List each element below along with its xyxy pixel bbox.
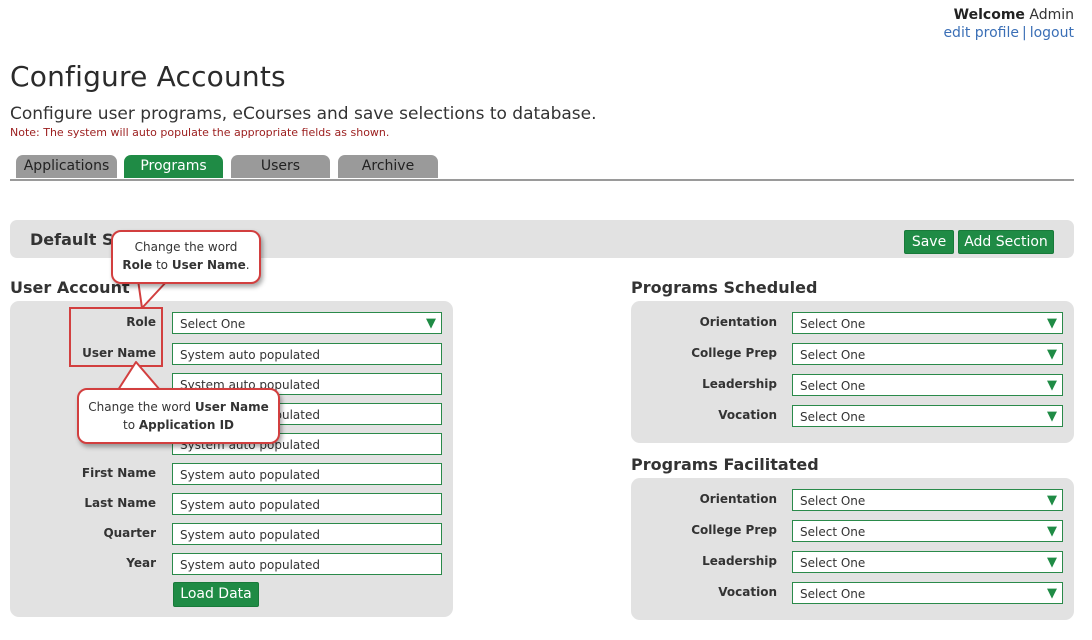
page-title: Configure Accounts [10, 60, 286, 93]
callout-text: to [152, 258, 172, 272]
select-value: Select One [800, 379, 866, 393]
last-name-label: Last Name [84, 496, 156, 510]
separator: | [1022, 25, 1027, 41]
dropdown-arrow-icon: ▼ [1047, 524, 1057, 539]
scheduled-college-prep-select[interactable]: Select One ▼ [792, 343, 1063, 365]
facilitated-vocation-label: Vocation [718, 585, 777, 599]
callout-bold: User Name [194, 400, 269, 414]
facilitated-leadership-label: Leadership [702, 554, 777, 568]
scheduled-orientation-select[interactable]: Select One ▼ [792, 312, 1063, 334]
user-name-field[interactable]: System auto populated [172, 343, 442, 365]
save-button[interactable]: Save [904, 230, 954, 254]
year-field[interactable]: System auto populated [172, 553, 442, 575]
first-name-field[interactable]: System auto populated [172, 463, 442, 485]
callout-rename-user-name: Change the word User Name to Application… [77, 388, 280, 444]
scheduled-leadership-label: Leadership [702, 377, 777, 391]
welcome-area: Welcome Admin edit profile | logout [943, 6, 1074, 42]
add-section-button[interactable]: Add Section [958, 230, 1054, 254]
scheduled-leadership-select[interactable]: Select One ▼ [792, 374, 1063, 396]
select-value: Select One [800, 556, 866, 570]
page-note: Note: The system will auto populate the … [10, 126, 390, 139]
tab-programs[interactable]: Programs [124, 155, 223, 178]
page-subtitle: Configure user programs, eCourses and sa… [10, 104, 597, 124]
facilitated-leadership-select[interactable]: Select One ▼ [792, 551, 1063, 573]
year-label: Year [126, 556, 156, 570]
dropdown-arrow-icon: ▼ [1047, 347, 1057, 362]
callout-bold: Application ID [138, 418, 235, 432]
callout-bold: User Name [171, 258, 246, 272]
quarter-label: Quarter [103, 526, 156, 540]
user-account-title: User Account [10, 278, 130, 297]
dropdown-arrow-icon: ▼ [1047, 409, 1057, 424]
select-value: Select One [800, 348, 866, 362]
callout-text: to [122, 418, 139, 432]
select-value: Select One [800, 494, 866, 508]
scheduled-vocation-select[interactable]: Select One ▼ [792, 405, 1063, 427]
dropdown-arrow-icon: ▼ [1047, 555, 1057, 570]
tab-applications[interactable]: Applications [16, 155, 117, 178]
callout-text: . [245, 258, 250, 272]
programs-facilitated-title: Programs Facilitated [631, 455, 819, 474]
facilitated-college-prep-select[interactable]: Select One ▼ [792, 520, 1063, 542]
welcome-label: Welcome [953, 7, 1025, 23]
select-value: Select One [800, 317, 866, 331]
quarter-field[interactable]: System auto populated [172, 523, 442, 545]
select-value: Select One [800, 525, 866, 539]
callout-text: Change the word [88, 400, 195, 414]
welcome-username: Admin [1029, 7, 1074, 23]
dropdown-arrow-icon: ▼ [1047, 586, 1057, 601]
logout-link[interactable]: logout [1030, 25, 1074, 41]
dropdown-arrow-icon: ▼ [1047, 378, 1057, 393]
tab-archive[interactable]: Archive [338, 155, 438, 178]
select-value: Select One [800, 410, 866, 424]
load-data-button[interactable]: Load Data [173, 582, 259, 607]
dropdown-arrow-icon: ▼ [426, 316, 436, 331]
first-name-label: First Name [81, 466, 156, 480]
facilitated-college-prep-label: College Prep [691, 523, 777, 537]
facilitated-vocation-select[interactable]: Select One ▼ [792, 582, 1063, 604]
callout-bold: Role [122, 258, 153, 272]
role-select[interactable]: Select One ▼ [172, 312, 442, 334]
scheduled-vocation-label: Vocation [718, 408, 777, 422]
edit-profile-link[interactable]: edit profile [943, 25, 1019, 41]
scheduled-orientation-label: Orientation [699, 315, 777, 329]
programs-scheduled-title: Programs Scheduled [631, 278, 818, 297]
facilitated-orientation-label: Orientation [699, 492, 777, 506]
scheduled-college-prep-label: College Prep [691, 346, 777, 360]
role-select-value: Select One [180, 317, 246, 331]
tab-bar: Applications Programs Users Archive [10, 155, 1074, 181]
dropdown-arrow-icon: ▼ [1047, 316, 1057, 331]
tab-users[interactable]: Users [231, 155, 330, 178]
highlight-box [69, 307, 163, 367]
callout-rename-role: Change the word Role to User Name. [111, 230, 261, 284]
callout-pointers [117, 279, 169, 391]
callout-text: Change the word [134, 240, 238, 254]
dropdown-arrow-icon: ▼ [1047, 493, 1057, 508]
select-value: Select One [800, 587, 866, 601]
last-name-field[interactable]: System auto populated [172, 493, 442, 515]
facilitated-orientation-select[interactable]: Select One ▼ [792, 489, 1063, 511]
